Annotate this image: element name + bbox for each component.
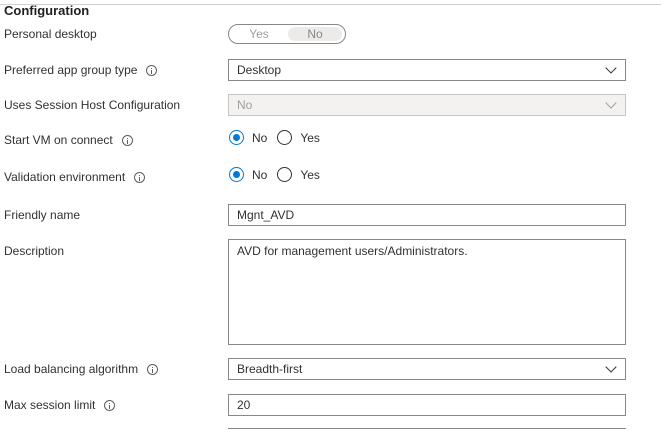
load-balancing-select[interactable]: Breadth-first (228, 358, 626, 380)
validation-env-radio-yes[interactable]: Yes (277, 167, 320, 182)
description-textarea[interactable]: AVD for management users/Administrators. (228, 239, 626, 345)
start-vm-radio-no[interactable]: No (229, 130, 267, 145)
personal-desktop-label: Personal desktop (4, 27, 97, 41)
radio-checked-icon[interactable] (229, 167, 244, 182)
next-field-edge (228, 428, 626, 441)
max-session-label: Max session limit (4, 398, 116, 412)
validation-env-radio-no[interactable]: No (229, 167, 267, 182)
section-title: Configuration (4, 3, 90, 18)
max-session-input[interactable]: 20 (228, 394, 626, 416)
friendly-name-input[interactable]: Mgnt_AVD (228, 204, 626, 226)
chevron-down-icon (605, 97, 617, 109)
info-icon[interactable] (134, 171, 146, 183)
top-divider (0, 4, 661, 5)
radio-unchecked-icon[interactable] (277, 130, 293, 145)
validation-env-radio-group: No Yes (229, 167, 330, 182)
chevron-down-icon (605, 62, 617, 74)
info-icon[interactable] (104, 399, 116, 411)
toggle-option-yes[interactable]: Yes (232, 27, 286, 41)
load-balancing-label: Load balancing algorithm (4, 362, 159, 376)
session-host-config-select: No (228, 94, 626, 116)
start-vm-label: Start VM on connect (4, 133, 133, 147)
friendly-name-label: Friendly name (4, 208, 81, 222)
personal-desktop-toggle[interactable]: Yes No (228, 24, 346, 44)
chevron-down-icon (605, 361, 617, 373)
info-icon[interactable] (121, 134, 133, 146)
radio-unchecked-icon[interactable] (277, 167, 293, 182)
info-icon[interactable] (146, 64, 158, 76)
radio-checked-icon[interactable] (229, 130, 244, 145)
info-icon[interactable] (147, 363, 159, 375)
start-vm-radio-group: No Yes (229, 130, 330, 145)
description-label: Description (4, 244, 65, 258)
preferred-app-group-select[interactable]: Desktop (228, 59, 626, 81)
session-host-config-label: Uses Session Host Configuration (4, 98, 181, 112)
validation-env-label: Validation environment (4, 170, 146, 184)
preferred-app-group-label: Preferred app group type (4, 63, 158, 77)
start-vm-radio-yes[interactable]: Yes (277, 130, 320, 145)
toggle-option-no[interactable]: No (288, 27, 342, 41)
